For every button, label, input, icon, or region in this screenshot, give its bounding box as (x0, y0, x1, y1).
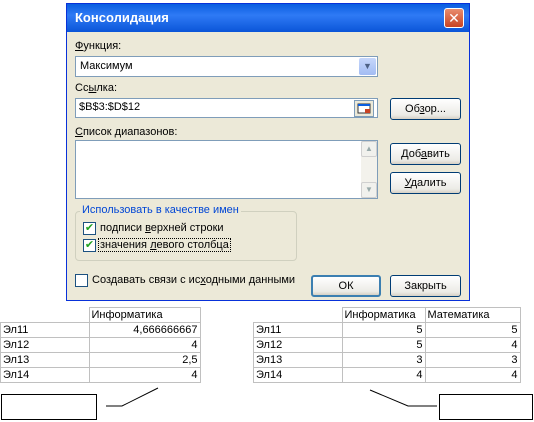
callout-connector-lines (106, 387, 437, 407)
